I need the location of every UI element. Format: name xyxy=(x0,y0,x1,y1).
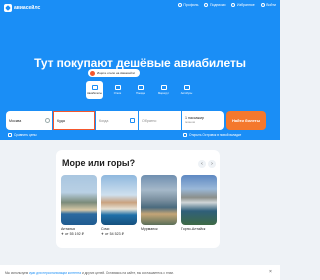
destination-placeholder: Куда xyxy=(57,118,65,123)
find-tickets-button[interactable]: Найти билеты xyxy=(226,111,266,130)
nav-subscriptions[interactable]: Подписки xyxy=(204,3,225,7)
tab-buses[interactable]: Автобусы xyxy=(178,81,195,99)
return-date-field[interactable]: Обратно xyxy=(139,111,181,130)
close-icon[interactable]: × xyxy=(267,269,274,276)
nav-profile[interactable]: Профиль xyxy=(177,3,199,7)
checkbox-icon xyxy=(183,133,187,137)
calendar-icon xyxy=(130,118,135,123)
aviasales-logo[interactable]: авиасейлс xyxy=(4,3,40,12)
tab-label: Авиабилеты xyxy=(87,92,102,95)
tab-label: Отели xyxy=(113,92,122,95)
return-placeholder: Обратно xyxy=(142,118,157,123)
tab-hotels[interactable]: Отели xyxy=(109,81,126,99)
booking-label: Открыть Островок в новой вкладке xyxy=(189,133,242,137)
depart-placeholder: Когда xyxy=(99,118,109,123)
cabin-class: эконом xyxy=(185,119,195,124)
top-nav: Профиль Подписки Избранное Войти xyxy=(177,3,276,7)
destination-price: от 54 523 ₽ xyxy=(105,232,124,236)
destination-name: Сочи xyxy=(101,227,110,231)
plane-icon: ✈ xyxy=(101,232,105,236)
destination-card-murmansk[interactable]: Мурманск xyxy=(141,175,177,236)
heart-icon xyxy=(231,3,236,7)
nav-label: Подписки xyxy=(209,3,226,7)
destination-name: Горно-Алтайск xyxy=(181,227,206,231)
destination-price-row: ✈ от 55 192 ₽ xyxy=(61,232,97,236)
checkbox-icon xyxy=(8,133,12,137)
destination-photo xyxy=(181,175,217,225)
user-icon xyxy=(177,3,182,7)
hotel-icon xyxy=(90,70,95,76)
nav-login[interactable]: Войти xyxy=(260,3,276,7)
compare-label: Сравнить цены xyxy=(14,133,37,137)
bed-icon xyxy=(114,85,121,90)
mode-tabs: Авиабилеты Отели Поезда Маршрут Автобусы xyxy=(86,81,195,99)
compare-prices-toggle[interactable]: Сравнить цены xyxy=(8,133,37,137)
cookie-banner: Мы используем куки для персонализации ко… xyxy=(0,265,280,280)
nav-label: Избранное xyxy=(236,3,255,7)
swap-icon[interactable] xyxy=(45,118,50,123)
logo-text: авиасейлс xyxy=(14,4,41,11)
plane-icon xyxy=(91,85,98,90)
destination-card-sochi[interactable]: Сочи ✈ от 54 523 ₽ xyxy=(101,175,137,236)
bell-icon xyxy=(204,3,209,7)
destination-photo xyxy=(61,175,97,225)
nav-label: Профиль xyxy=(183,3,199,7)
chevron-right-icon[interactable]: › xyxy=(208,160,216,168)
tab-route[interactable]: Маршрут xyxy=(155,81,172,99)
route-icon xyxy=(160,85,167,90)
destination-price: от 55 192 ₽ xyxy=(65,232,84,236)
bus-icon xyxy=(183,85,190,90)
destination-card-gorno-altaysk[interactable]: Горно-Алтайск xyxy=(181,175,217,236)
section-title: Море или горы? xyxy=(62,158,136,168)
destination-photo xyxy=(101,175,137,225)
passengers-field[interactable]: 1 пассажир эконом xyxy=(182,111,224,130)
depart-date-field[interactable]: Когда xyxy=(96,111,138,130)
destination-photo xyxy=(141,175,177,225)
tab-label: Автобусы xyxy=(180,92,193,95)
nav-label: Войти xyxy=(266,3,276,7)
cookie-text-after: и других целей. Оставаясь на сайте, вы с… xyxy=(82,270,174,275)
tab-trains[interactable]: Поезда xyxy=(132,81,149,99)
logo-icon xyxy=(4,3,12,12)
plane-icon: ✈ xyxy=(61,232,65,236)
destination-list: Анталья ✈ от 55 192 ₽ Сочи ✈ от 54 523 ₽… xyxy=(61,175,217,236)
chevron-left-icon[interactable]: ‹ xyxy=(198,160,206,168)
destinations-card: Море или горы? ‹ › Анталья ✈ от 55 192 ₽… xyxy=(56,150,220,248)
origin-field[interactable]: Москва xyxy=(6,111,52,130)
tab-flights[interactable]: Авиабилеты xyxy=(86,81,103,99)
cookie-text-before: Мы используем xyxy=(5,270,29,275)
login-icon xyxy=(260,3,265,7)
destination-price-row: ✈ от 54 523 ₽ xyxy=(101,232,137,236)
nav-favorites[interactable]: Избранное xyxy=(231,3,255,7)
destination-name: Мурманск xyxy=(141,227,158,231)
hotel-promo-label: Ищите отели на Авиасейлс xyxy=(97,71,136,75)
destination-name: Анталья xyxy=(61,227,75,231)
tab-label: Маршрут xyxy=(157,92,170,95)
booking-newtab-toggle[interactable]: Открыть Островок в новой вкладке xyxy=(183,133,241,137)
destination-card-antalya[interactable]: Анталья ✈ от 55 192 ₽ xyxy=(61,175,97,236)
search-form: Москва Куда Когда Обратно 1 пассажир эко… xyxy=(6,111,224,130)
hotel-promo-pill[interactable]: Ищите отели на Авиасейлс xyxy=(88,69,140,77)
tab-label: Поезда xyxy=(136,92,145,95)
train-icon xyxy=(137,85,144,90)
top-bar: авиасейлс Профиль Подписки Избранное Вой… xyxy=(0,0,280,14)
cookie-link[interactable]: куки для персонализации контента xyxy=(29,271,81,275)
origin-value: Москва xyxy=(9,118,22,123)
destination-field[interactable]: Куда xyxy=(53,111,95,130)
page-title: Тут покупают дешёвые авиабилеты xyxy=(34,56,246,70)
